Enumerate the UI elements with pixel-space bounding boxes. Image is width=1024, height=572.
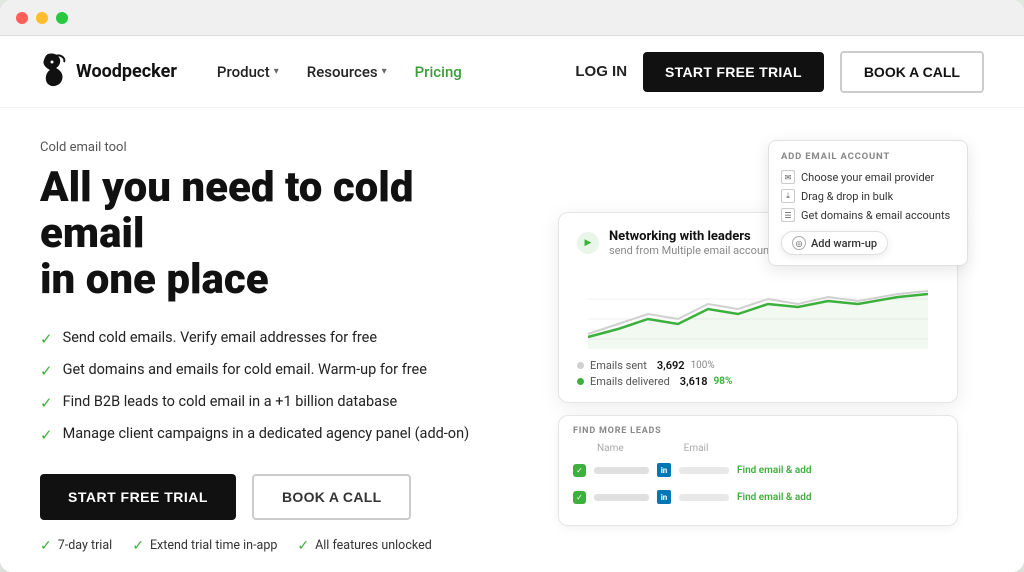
leads-row: ✓ in Find email & add (573, 459, 943, 481)
check-icon: ✓ (40, 361, 53, 382)
card-title-info: Networking with leaders send from Multip… (609, 229, 795, 257)
name-placeholder (594, 494, 649, 501)
badge-check-icon: ✓ (297, 538, 309, 554)
feature-item: ✓ Find B2B leads to cold email in a +1 b… (40, 392, 492, 414)
sent-dot (577, 362, 584, 369)
feature-item: ✓ Send cold emails. Verify email address… (40, 328, 492, 350)
hero-right: ADD EMAIL ACCOUNT ✉ Choose your email pr… (532, 140, 984, 572)
add-email-item-3: ☰ Get domains & email accounts (781, 208, 955, 222)
legend-sent: Emails sent 3,692 100% (577, 359, 939, 372)
domains-icon: ☰ (781, 208, 795, 222)
check-icon: ✓ (40, 329, 53, 350)
warmup-icon: ◎ (792, 236, 806, 250)
feature-item: ✓ Get domains and emails for cold email.… (40, 360, 492, 382)
nav-book-call-button[interactable]: BOOK A CALL (840, 51, 984, 93)
nav-resources[interactable]: Resources ▾ (307, 63, 387, 81)
feature-item: ✓ Manage client campaigns in a dedicated… (40, 424, 492, 446)
legend-delivered: Emails delivered 3,618 98% (577, 375, 939, 388)
nav-links: Product ▾ Resources ▾ Pricing (217, 63, 575, 81)
chart-legend: Emails sent 3,692 100% Emails delivered … (577, 359, 939, 388)
find-email-button[interactable]: Find email & add (737, 492, 812, 503)
nav-start-trial-button[interactable]: START FREE TRIAL (643, 52, 824, 92)
mockup-container: ADD EMAIL ACCOUNT ✉ Choose your email pr… (558, 140, 958, 526)
row-checkbox[interactable]: ✓ (573, 491, 586, 504)
hero-features: ✓ Send cold emails. Verify email address… (40, 328, 492, 446)
delivered-dot (577, 378, 584, 385)
row-checkbox[interactable]: ✓ (573, 464, 586, 477)
badge-trial: ✓ 7-day trial (40, 538, 112, 554)
name-placeholder (594, 467, 649, 474)
card-subtitle: send from Multiple email accounts (5) (609, 244, 795, 257)
logo[interactable]: Woodpecker (40, 52, 177, 92)
drag-drop-icon: ⤓ (781, 189, 795, 203)
badge-extend: ✓ Extend trial time in-app (132, 538, 277, 554)
email-provider-icon: ✉ (781, 170, 795, 184)
badge-check-icon: ✓ (132, 538, 144, 554)
hero-book-call-button[interactable]: BOOK A CALL (252, 474, 411, 520)
email-placeholder (679, 494, 729, 501)
check-icon: ✓ (40, 425, 53, 446)
leads-row: ✓ in Find email & add (573, 486, 943, 508)
resources-chevron-icon: ▾ (382, 66, 387, 77)
add-email-item-1: ✉ Choose your email provider (781, 170, 955, 184)
find-email-button[interactable]: Find email & add (737, 465, 812, 476)
play-icon: ▶ (577, 232, 599, 254)
card-title: Networking with leaders (609, 229, 795, 244)
hero-section: Cold email tool All you need to cold ema… (0, 108, 1024, 572)
navbar: Woodpecker Product ▾ Resources ▾ Pricing… (0, 36, 1024, 108)
hero-buttons: START FREE TRIAL BOOK A CALL (40, 474, 492, 520)
leads-card: FIND MORE LEADS Name Email ✓ (558, 415, 958, 526)
log-in-button[interactable]: LOG IN (575, 63, 627, 80)
browser-chrome (0, 0, 1024, 36)
badge-features: ✓ All features unlocked (297, 538, 431, 554)
hero-left: Cold email tool All you need to cold ema… (40, 140, 492, 572)
hero-tag: Cold email tool (40, 140, 492, 155)
leads-header: FIND MORE LEADS (573, 426, 943, 436)
minimize-dot[interactable] (36, 12, 48, 24)
nav-actions: LOG IN START FREE TRIAL BOOK A CALL (575, 51, 984, 93)
add-email-title: ADD EMAIL ACCOUNT (781, 151, 955, 162)
linkedin-icon: in (657, 490, 671, 504)
hero-title: All you need to cold email in one place (40, 165, 492, 304)
chart-area (577, 269, 939, 349)
add-email-item-2: ⤓ Drag & drop in bulk (781, 189, 955, 203)
email-chart (577, 269, 939, 349)
maximize-dot[interactable] (56, 12, 68, 24)
hero-start-trial-button[interactable]: START FREE TRIAL (40, 474, 236, 520)
page-content: Woodpecker Product ▾ Resources ▾ Pricing… (0, 36, 1024, 572)
logo-text: Woodpecker (76, 61, 177, 82)
product-chevron-icon: ▾ (274, 66, 279, 77)
add-email-card: ADD EMAIL ACCOUNT ✉ Choose your email pr… (768, 140, 968, 266)
close-dot[interactable] (16, 12, 28, 24)
badge-check-icon: ✓ (40, 538, 52, 554)
nav-product[interactable]: Product ▾ (217, 63, 279, 81)
hero-badges: ✓ 7-day trial ✓ Extend trial time in-app… (40, 538, 492, 572)
warmup-pill[interactable]: ◎ Add warm-up (781, 231, 888, 255)
logo-icon (40, 52, 68, 92)
nav-pricing[interactable]: Pricing (415, 63, 462, 81)
email-placeholder (679, 467, 729, 474)
leads-table-head: Name Email (573, 443, 943, 454)
browser-window: Woodpecker Product ▾ Resources ▾ Pricing… (0, 0, 1024, 572)
linkedin-icon: in (657, 463, 671, 477)
check-icon: ✓ (40, 393, 53, 414)
